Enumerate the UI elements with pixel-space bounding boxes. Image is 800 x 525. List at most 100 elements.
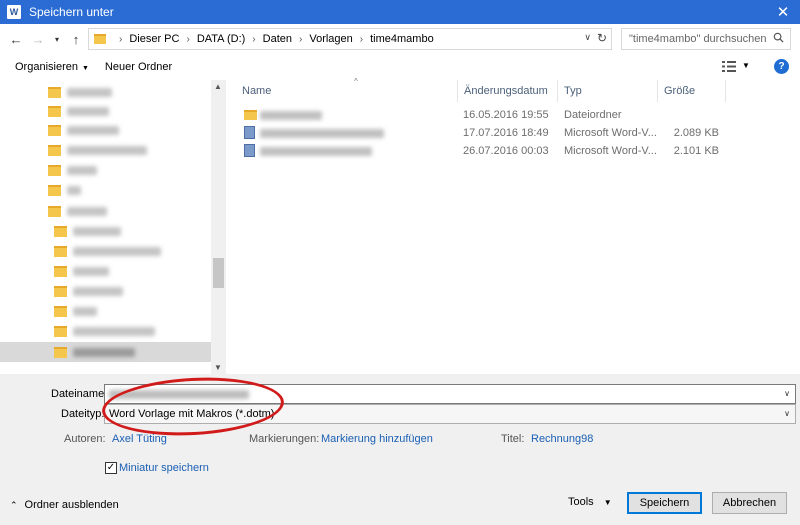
nav-folder-item[interactable]: [48, 121, 119, 139]
authors-label: Autoren:: [64, 433, 106, 445]
chevron-down-icon[interactable]: ∨: [584, 32, 591, 43]
chevron-right-icon: ›: [186, 33, 190, 45]
folder-icon: [94, 34, 106, 44]
nav-folder-item[interactable]: [48, 161, 97, 179]
organize-button[interactable]: Organisieren ▼: [15, 61, 89, 73]
nav-folder-item[interactable]: [54, 242, 161, 260]
tags-value[interactable]: Markierung hinzufügen: [321, 433, 433, 445]
nav-scrollbar[interactable]: ▲ ▼: [211, 80, 226, 374]
column-header-size[interactable]: Größe: [658, 80, 726, 102]
close-button[interactable]: ✕: [766, 0, 800, 24]
column-name-label: Name: [242, 85, 272, 97]
thumbnail-label[interactable]: Miniatur speichern: [119, 462, 209, 474]
save-button[interactable]: Speichern: [627, 492, 702, 514]
file-size: 2.089 KB: [673, 127, 719, 139]
word-template-icon: [244, 144, 255, 157]
command-toolbar: Organisieren ▼ Neuer Ordner ▼ ?: [0, 54, 800, 80]
scroll-thumb[interactable]: [213, 258, 224, 288]
blurred-filename-value: [109, 389, 249, 399]
back-arrow-icon[interactable]: ←: [5, 28, 27, 50]
folder-icon: [54, 245, 67, 257]
column-header-type[interactable]: Typ: [558, 80, 658, 102]
title-label: Titel:: [501, 433, 525, 445]
chevron-down-icon[interactable]: ∨: [784, 389, 790, 398]
breadcrumb-drive[interactable]: DATA (D:): [197, 33, 245, 45]
nav-folder-item[interactable]: [54, 322, 155, 340]
column-header-name[interactable]: Name ^: [236, 77, 458, 102]
scroll-up-icon[interactable]: ▲: [214, 82, 222, 91]
breadcrumb-daten[interactable]: Daten: [263, 33, 292, 45]
chevron-right-icon: ›: [359, 33, 364, 45]
file-type: Microsoft Word-V...: [564, 127, 657, 139]
nav-folder-item-selected[interactable]: [54, 343, 135, 361]
folder-icon: [48, 144, 61, 156]
nav-folder-item[interactable]: [48, 202, 107, 220]
file-list[interactable]: Name ^ Änderungsdatum Typ Größe 16.05.20…: [226, 77, 800, 374]
tags-label: Markierungen:: [249, 433, 320, 445]
file-row[interactable]: 26.07.2016 00:03 Microsoft Word-V... 2.1…: [226, 142, 800, 160]
nav-folder-item[interactable]: [48, 181, 81, 199]
tools-button[interactable]: Tools ▼: [568, 496, 612, 508]
nav-folder-item[interactable]: [54, 262, 109, 280]
search-placeholder: "time4mambo" durchsuchen: [629, 33, 767, 45]
blurred-label: [67, 106, 109, 116]
folder-icon: [54, 346, 67, 358]
cancel-button[interactable]: Abbrechen: [712, 492, 787, 514]
dropdown-arrow-icon: ▼: [603, 497, 612, 507]
help-icon[interactable]: ?: [774, 59, 789, 74]
tools-label: Tools: [568, 496, 594, 508]
organize-label: Organisieren: [15, 61, 78, 73]
file-type: Dateiordner: [564, 109, 622, 121]
file-row[interactable]: 17.07.2016 18:49 Microsoft Word-V... 2.0…: [226, 124, 800, 142]
search-icon: [773, 32, 784, 43]
refresh-icon[interactable]: ↻: [597, 31, 607, 45]
column-header-date[interactable]: Änderungsdatum: [458, 80, 558, 102]
scroll-down-icon[interactable]: ▼: [214, 363, 222, 372]
blurred-label: [73, 306, 97, 316]
file-date: 16.05.2016 19:55: [463, 109, 549, 121]
authors-value[interactable]: Axel Tüting: [112, 433, 167, 445]
nav-folder-item[interactable]: [54, 282, 123, 300]
view-options-icon[interactable]: [722, 61, 736, 72]
thumbnail-checkbox[interactable]: ✓: [105, 462, 117, 474]
address-bar[interactable]: › Dieser PC › DATA (D:) › Daten › Vorlag…: [88, 28, 612, 50]
nav-folder-item[interactable]: [48, 141, 147, 159]
forward-arrow-icon[interactable]: →: [27, 28, 49, 50]
word-app-icon: W: [7, 5, 21, 19]
navigation-pane[interactable]: ▲ ▼: [0, 80, 226, 374]
up-arrow-icon[interactable]: ↑: [65, 28, 87, 50]
chevron-down-icon: ∨: [784, 409, 790, 418]
sort-ascending-icon: ^: [354, 77, 358, 86]
file-date: 26.07.2016 00:03: [463, 145, 549, 157]
folder-icon: [48, 184, 61, 196]
nav-folder-item[interactable]: [48, 83, 112, 101]
new-folder-button[interactable]: Neuer Ordner: [105, 61, 172, 73]
nav-folder-item[interactable]: [54, 222, 121, 240]
file-row[interactable]: 16.05.2016 19:55 Dateiordner: [226, 106, 800, 124]
save-options-pane: Dateiname: ∨ Dateityp: Word Vorlage mit …: [0, 374, 800, 525]
filetype-select[interactable]: Word Vorlage mit Makros (*.dotm) ∨: [104, 404, 796, 424]
breadcrumb-time4mambo[interactable]: time4mambo: [370, 33, 434, 45]
address-row: ← → ▾ ↑ › Dieser PC › DATA (D:) › Daten …: [0, 24, 800, 54]
blurred-label: [73, 246, 161, 256]
window-title: Speichern unter: [29, 5, 114, 19]
chevron-right-icon: ›: [299, 33, 303, 45]
dropdown-arrow-icon: ▼: [81, 65, 89, 72]
title-value[interactable]: Rechnung98: [531, 433, 593, 445]
breadcrumb-this-pc[interactable]: Dieser PC: [129, 33, 179, 45]
filename-input[interactable]: ∨: [104, 384, 796, 404]
blurred-label: [67, 87, 112, 97]
blurred-label: [67, 206, 107, 216]
view-dropdown-icon[interactable]: ▼: [742, 61, 750, 70]
hide-folders-button[interactable]: ⌃ Ordner ausblenden: [10, 499, 119, 511]
blurred-label: [67, 145, 147, 155]
breadcrumb-vorlagen[interactable]: Vorlagen: [309, 33, 352, 45]
folder-icon: [54, 325, 67, 337]
nav-folder-item[interactable]: [48, 102, 109, 120]
blurred-label: [73, 266, 109, 276]
search-input[interactable]: "time4mambo" durchsuchen: [621, 28, 791, 50]
blurred-label: [67, 165, 97, 175]
nav-folder-item[interactable]: [54, 302, 97, 320]
word-template-icon: [244, 126, 255, 139]
recent-dropdown-icon[interactable]: ▾: [49, 28, 65, 50]
